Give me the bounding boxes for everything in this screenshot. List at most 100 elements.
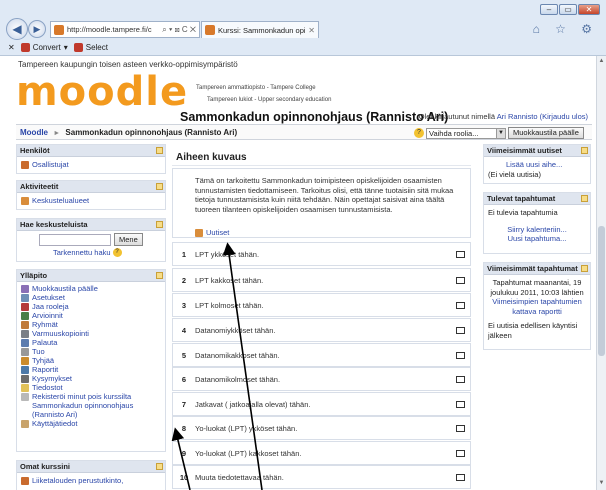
admin-item-groups[interactable]: Ryhmät [32, 320, 58, 329]
close-window-button[interactable]: ✕ [578, 4, 600, 15]
select-button[interactable]: Select [73, 43, 108, 52]
roles-icon [21, 303, 29, 311]
admin-item-files[interactable]: Tiedostot [32, 383, 63, 392]
admin-item-unenrol[interactable]: Rekisteröi minut pois kurssilta Sammonka… [32, 392, 161, 419]
news-forum-link[interactable]: Uutiset [206, 228, 229, 237]
admin-item-reports[interactable]: Raportit [32, 365, 58, 374]
show-one-topic-icon[interactable] [456, 424, 465, 432]
admin-item-restore[interactable]: Palauta [32, 338, 57, 347]
address-url[interactable]: http://moodle.tampere.fi/c [67, 25, 159, 34]
moodle-logo[interactable]: moodle [16, 72, 188, 112]
user-link[interactable]: Ari Rannisto [497, 112, 538, 121]
topic-row: 2 LPT kakkoset tähän. [172, 268, 471, 292]
logout-link[interactable]: (Kirjaudu ulos) [540, 112, 588, 121]
tab-close-icon[interactable]: ✕ [308, 26, 318, 35]
new-event-link[interactable]: Uusi tapahtuma... [488, 234, 586, 244]
import-icon [21, 348, 29, 356]
close-toolbar-icon[interactable]: ✕ [8, 43, 15, 52]
minimize-button[interactable]: – [540, 4, 558, 15]
topic-label: Datanomiykköset tähän. [195, 325, 276, 335]
search-input[interactable] [39, 233, 111, 246]
vertical-scrollbar[interactable]: ▲ ▼ [596, 56, 606, 490]
no-recent-text: Ei uutisia edellisen käyntisi jälkeen [488, 321, 578, 340]
unenrol-icon [21, 393, 29, 401]
advanced-search-link[interactable]: Tarkennettu haku [53, 248, 111, 257]
show-one-topic-icon[interactable] [456, 400, 465, 408]
browser-tab[interactable]: Kurssi: Sammonkadun opi... ✕ [201, 21, 319, 38]
admin-item-grades[interactable]: Arvioinnit [32, 311, 63, 320]
maximize-button[interactable]: ▭ [559, 4, 577, 15]
show-one-topic-icon[interactable] [456, 473, 465, 481]
collapse-icon[interactable] [581, 195, 588, 202]
search-block-title: Hae keskusteluista [17, 219, 165, 231]
collapse-icon[interactable] [581, 265, 588, 272]
show-one-topic-icon[interactable] [456, 375, 465, 383]
logo-subtitle-college: Tampereen ammattiopisto - Tampere Colleg… [196, 85, 316, 91]
full-report-link[interactable]: Viimeisimpien tapahtumien kattava raport… [488, 297, 586, 316]
admin-item-roles[interactable]: Jaa rooleja [32, 302, 69, 311]
topic-number: 7 [181, 399, 187, 409]
forums-link[interactable]: Keskustelualueet [32, 196, 89, 206]
breadcrumb-separator: ► [53, 130, 61, 137]
admin-item-reset[interactable]: Tyhjää [32, 356, 54, 365]
show-one-topic-icon[interactable] [456, 250, 465, 258]
admin-item-backup[interactable]: Varmuuskopiointi [32, 329, 89, 338]
collapse-icon[interactable] [156, 221, 163, 228]
course-icon [21, 477, 29, 485]
admin-item-settings[interactable]: Asetukset [32, 293, 65, 302]
topic-row: 1 LPT ykköset tähän. [172, 242, 471, 266]
course-link[interactable]: Liiketalouden perustutkinto, [32, 476, 123, 486]
search-go-button[interactable]: Mene [114, 233, 143, 246]
latest-news-title-text: Viimeisimmät uutiset [487, 146, 562, 155]
topic-number: 5 [181, 350, 187, 360]
collapse-icon[interactable] [156, 463, 163, 470]
address-bar[interactable]: http://moodle.tampere.fi/c ⌕ ▾ ⊠ C ✕ [50, 21, 200, 38]
tab-title[interactable]: Kurssi: Sammonkadun opi... [218, 26, 305, 35]
collapse-icon[interactable] [156, 272, 163, 279]
role-select[interactable]: Vaihda roolia... ▼ [426, 127, 506, 139]
collapse-icon[interactable] [156, 147, 163, 154]
topic-row: 5 Datanomikakkoset tähän. [172, 343, 471, 367]
show-one-topic-icon[interactable] [456, 351, 465, 359]
scrollbar-thumb[interactable] [598, 226, 605, 356]
chevron-down-icon: ▼ [496, 128, 505, 138]
go-to-calendar-link[interactable]: Siirry kalenteriin... [488, 225, 586, 235]
topic-label: LPT ykköset tähän. [195, 249, 260, 259]
edit-mode-button[interactable]: Muokkaustila päälle [508, 127, 584, 139]
reports-icon [21, 366, 29, 374]
show-one-topic-icon[interactable] [456, 326, 465, 334]
topic-number: 10 [179, 472, 189, 482]
admin-item-edit-mode[interactable]: Muokkaustila päälle [32, 284, 98, 293]
add-topic-link[interactable]: Lisää uusi aihe... [488, 160, 586, 170]
show-one-topic-icon[interactable] [456, 301, 465, 309]
show-one-topic-icon[interactable] [456, 449, 465, 457]
scroll-up-icon[interactable]: ▲ [598, 58, 605, 66]
admin-item-questions[interactable]: Kysymykset [32, 374, 72, 383]
page-content: Tampereen kaupungin toisen asteen verkko… [0, 56, 596, 490]
recent-activity-block: Viimeisimmät tapahtumat Tapahtumat maana… [483, 262, 591, 350]
news-forum-item[interactable]: Uutiset [195, 228, 229, 237]
participants-link[interactable]: Osallistujat [32, 160, 69, 170]
address-tools[interactable]: ⌕ ▾ ⊠ C ✕ [162, 25, 199, 35]
convert-button[interactable]: Convert ▾ [20, 43, 68, 52]
recent-activity-title: Viimeisimmät tapahtumat [484, 263, 590, 275]
backup-icon [21, 330, 29, 338]
help-icon[interactable]: ? [112, 248, 122, 257]
select-icon [73, 43, 83, 52]
back-button[interactable]: ◀ [6, 18, 28, 40]
show-one-topic-icon[interactable] [456, 276, 465, 284]
admin-item-import[interactable]: Tuo [32, 347, 45, 356]
breadcrumb-home[interactable]: Moodle [20, 128, 48, 137]
collapse-icon[interactable] [156, 183, 163, 190]
collapse-icon[interactable] [581, 147, 588, 154]
site-tagline: Tampereen kaupungin toisen asteen verkko… [18, 60, 238, 69]
topic-label: Jatkavat ( jatkoajalla olevat) tähän. [195, 399, 311, 409]
scroll-down-icon[interactable]: ▼ [598, 480, 605, 488]
topic-row: 8 Yo-luokat (LPT) ykköset tähän. [172, 416, 471, 440]
forward-button[interactable]: ▶ [28, 20, 46, 38]
search-title-text: Hae keskusteluista [20, 220, 88, 229]
groups-icon [21, 321, 29, 329]
admin-item-profile[interactable]: Käyttäjätiedot [32, 419, 77, 428]
browser-toolbar-icons[interactable]: ⌂ ☆ ⚙ [533, 22, 598, 36]
help-icon[interactable]: ? [414, 128, 424, 138]
